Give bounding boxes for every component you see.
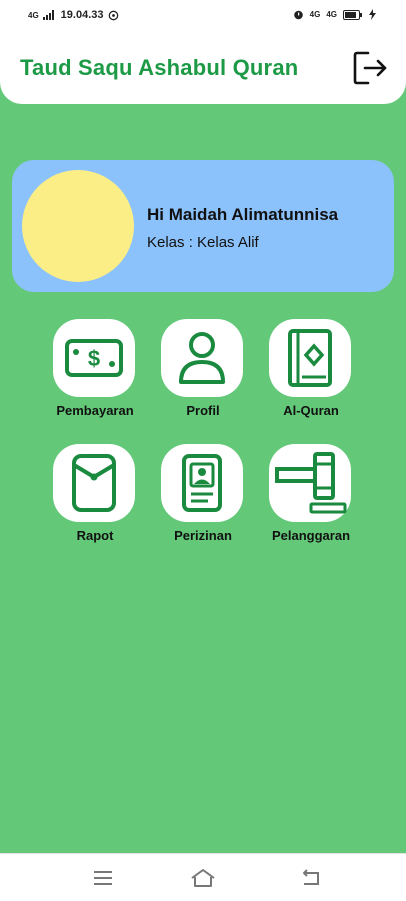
menu-label: Pembayaran — [56, 403, 134, 418]
logout-icon — [353, 51, 387, 85]
data-badge-1: 4G — [309, 10, 321, 19]
recent-apps-button[interactable] — [89, 866, 117, 890]
menu-tile — [53, 444, 135, 522]
clock: 19.04.33 — [60, 9, 104, 21]
user-icon — [179, 332, 225, 384]
profile-card: Hi Maidah Alimatunnisa Kelas : Kelas Ali… — [12, 160, 394, 292]
class-text: Kelas : Kelas Alif — [147, 234, 259, 251]
menu-item-pembayaran[interactable]: $ Pembayaran — [40, 319, 150, 431]
signal-icon — [42, 10, 54, 20]
menu-item-al-quran[interactable]: Al-Quran — [256, 319, 366, 431]
money-icon: $ — [65, 339, 123, 377]
logout-button[interactable] — [352, 50, 388, 86]
menu-label: Rapot — [76, 528, 114, 543]
sync-icon — [108, 10, 118, 20]
back-icon — [303, 869, 319, 885]
home-icon — [191, 869, 215, 887]
menu-tile: $ — [53, 319, 135, 397]
system-nav-bar — [0, 853, 406, 901]
menu-label: Perizinan — [174, 528, 232, 543]
menu-tile — [161, 319, 243, 397]
menu-tile — [269, 319, 351, 397]
menu-tile — [269, 444, 351, 522]
menu-label: Pelanggaran — [271, 528, 351, 543]
status-left: 4G 19.04.33 — [28, 9, 119, 21]
greeting-text: Hi Maidah Alimatunnisa — [147, 205, 339, 224]
app-title: Taud Saqu Ashabul Quran — [20, 55, 299, 80]
menu-item-pelanggaran[interactable]: Pelanggaran — [256, 444, 366, 556]
menu-tile — [161, 444, 243, 522]
id-card-icon — [182, 454, 222, 512]
menu-item-perizinan[interactable]: Perizinan — [148, 444, 258, 556]
svg-text:$: $ — [88, 346, 100, 371]
alarm-icon — [293, 10, 303, 20]
avatar — [22, 170, 134, 282]
menu-label: Al-Quran — [283, 403, 339, 418]
status-right: 4G 4G — [293, 9, 376, 20]
back-button[interactable] — [296, 866, 324, 890]
menu-icon — [94, 871, 112, 885]
envelope-icon — [72, 454, 116, 512]
network-badge: 4G — [28, 10, 39, 20]
menu-label: Profil — [186, 403, 220, 418]
charging-icon — [369, 9, 376, 20]
data-badge-2: 4G — [326, 10, 337, 19]
book-icon — [288, 329, 332, 387]
status-bar: 4G 19.04.33 4G 4G — [0, 0, 406, 32]
app-header: Taud Saqu Ashabul Quran — [0, 32, 406, 104]
battery-icon — [343, 9, 362, 20]
home-button[interactable] — [189, 866, 217, 890]
menu-item-rapot[interactable]: Rapot — [40, 444, 150, 556]
gavel-icon — [275, 452, 347, 514]
menu-item-profil[interactable]: Profil — [148, 319, 258, 431]
